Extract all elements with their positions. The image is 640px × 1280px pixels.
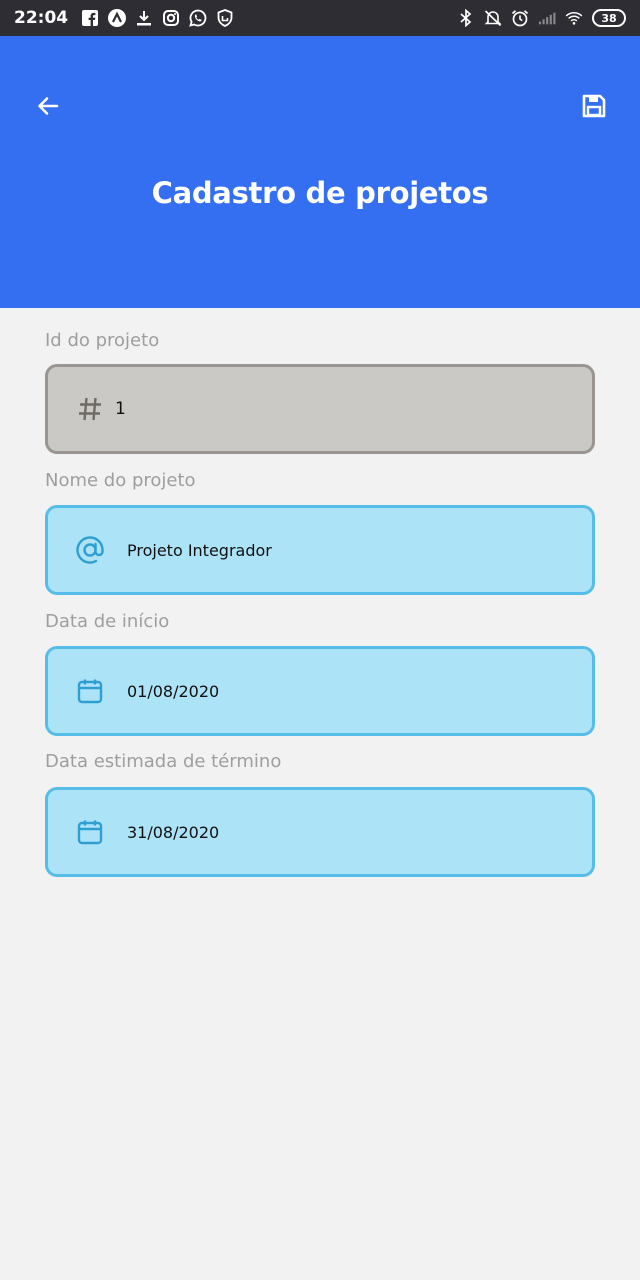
status-time: 22:04 <box>14 8 69 28</box>
end-date-label: Data estimada de término <box>45 751 282 772</box>
start-date-label: Data de início <box>45 611 170 632</box>
status-left: 22:04 <box>14 8 234 28</box>
battery-indicator: 38 <box>592 9 626 27</box>
arrow-left-icon <box>36 94 60 123</box>
start-date-field[interactable] <box>45 646 595 736</box>
shield-icon <box>216 9 234 27</box>
back-button[interactable] <box>28 88 68 128</box>
id-label: Id do projeto <box>45 330 160 351</box>
name-input[interactable] <box>127 540 547 560</box>
status-right: 38 <box>457 9 626 27</box>
id-field: 1 <box>45 364 595 454</box>
at-icon <box>75 535 105 565</box>
end-date-input[interactable] <box>127 822 547 842</box>
start-date-input[interactable] <box>127 681 547 701</box>
bluetooth-icon <box>457 9 475 27</box>
page-title: Cadastro de projetos <box>151 176 489 210</box>
floppy-disk-icon <box>581 93 607 124</box>
end-date-field[interactable] <box>45 787 595 877</box>
signal-icon <box>538 9 556 27</box>
calendar-icon <box>75 676 105 706</box>
facebook-icon <box>81 9 99 27</box>
status-bar: 22:04 38 <box>0 0 640 36</box>
name-field[interactable] <box>45 505 595 595</box>
save-button[interactable] <box>574 88 614 128</box>
download-icon <box>135 9 153 27</box>
app-header: Cadastro de projetos <box>0 36 640 308</box>
mute-icon <box>484 9 502 27</box>
calendar-icon <box>75 817 105 847</box>
notification-app-icon <box>108 9 127 27</box>
id-value: 1 <box>115 399 126 419</box>
name-label: Nome do projeto <box>45 470 196 491</box>
whatsapp-icon <box>189 9 207 27</box>
alarm-icon <box>511 9 529 27</box>
wifi-icon <box>565 9 583 27</box>
hash-icon <box>75 394 105 424</box>
instagram-icon <box>162 9 180 27</box>
